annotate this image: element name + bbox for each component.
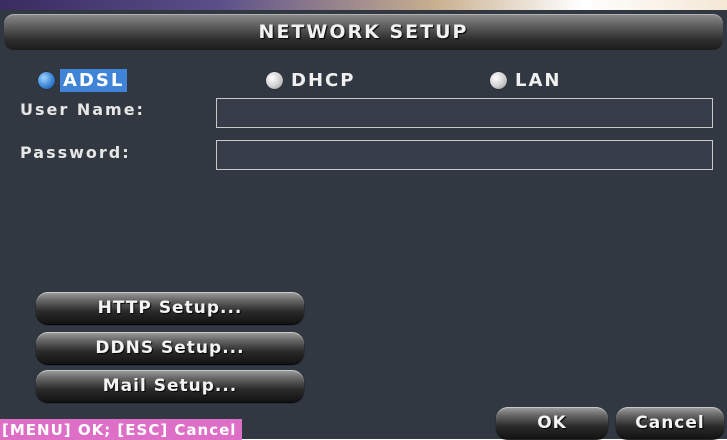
username-label: User Name:: [20, 100, 145, 119]
radio-selected-icon: [38, 71, 55, 89]
dialog-panel: NETWORK SETUP ADSL DHCP LAN User Name: P…: [0, 10, 727, 440]
radio-lan[interactable]: LAN: [490, 68, 564, 92]
radio-adsl[interactable]: ADSL: [38, 68, 128, 92]
password-field[interactable]: [216, 140, 713, 170]
cancel-button[interactable]: Cancel: [616, 407, 724, 439]
password-label: Password:: [20, 143, 131, 162]
radio-dhcp-label: DHCP: [291, 69, 356, 91]
network-setup-screen: NETWORK SETUP ADSL DHCP LAN User Name: P…: [0, 0, 727, 440]
title-bar: NETWORK SETUP: [4, 14, 723, 50]
ok-button[interactable]: OK: [496, 407, 608, 439]
username-field[interactable]: [216, 98, 713, 128]
radio-unselected-icon: [266, 71, 283, 89]
http-setup-button[interactable]: HTTP Setup...: [36, 292, 304, 324]
radio-adsl-label: ADSL: [60, 68, 128, 92]
radio-lan-label: LAN: [515, 69, 562, 91]
ddns-setup-button[interactable]: DDNS Setup...: [36, 332, 304, 364]
radio-dhcp[interactable]: DHCP: [266, 68, 358, 92]
dialog-title: NETWORK SETUP: [258, 21, 469, 43]
mail-setup-button[interactable]: Mail Setup...: [36, 370, 304, 402]
key-hint-bar: [MENU] OK; [ESC] Cancel: [0, 419, 243, 440]
radio-unselected-icon: [490, 71, 507, 89]
